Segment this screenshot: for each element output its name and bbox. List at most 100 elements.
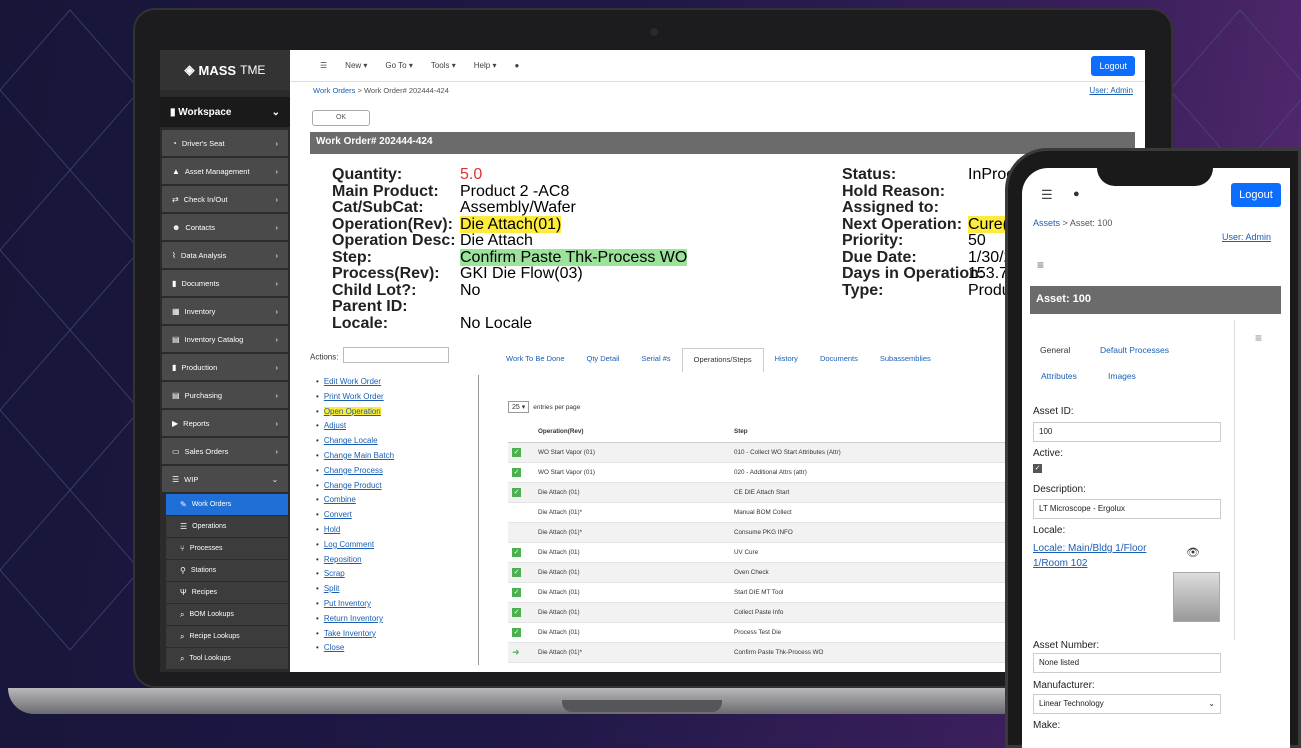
sidebar-item-data-analysis[interactable]: ⌇ Data Analysis › bbox=[162, 242, 288, 268]
action-put-inventory[interactable]: Put Inventory bbox=[316, 599, 394, 614]
sidebar-item-sales-orders[interactable]: ▭ Sales Orders › bbox=[162, 438, 288, 464]
action-close[interactable]: Close bbox=[316, 643, 394, 658]
sidebar-subitem-stations[interactable]: ⚲ Stations bbox=[166, 560, 288, 581]
action-scrap[interactable]: Scrap bbox=[316, 569, 394, 584]
sidebar-item-reports[interactable]: ▶ Reports › bbox=[162, 410, 288, 436]
phone-user-link[interactable]: User: Admin bbox=[1222, 232, 1271, 242]
wrench-icon: ✎ bbox=[180, 500, 187, 509]
pin-icon: ⚲ bbox=[180, 566, 186, 575]
action-return-inventory[interactable]: Return Inventory bbox=[316, 614, 394, 629]
action-log-comment[interactable]: Log Comment bbox=[316, 540, 394, 555]
action-combine[interactable]: Combine bbox=[316, 495, 394, 510]
action-adjust[interactable]: Adjust bbox=[316, 421, 394, 436]
sidebar-item-purchasing[interactable]: ▤ Purchasing › bbox=[162, 382, 288, 408]
sidebar-subitem-recipe-lookups[interactable]: ⌕ Recipe Lookups bbox=[166, 626, 288, 647]
sidebar-item-production[interactable]: ▮ Production › bbox=[162, 354, 288, 380]
phone-breadcrumb-root[interactable]: Assets bbox=[1033, 218, 1060, 228]
action-split[interactable]: Split bbox=[316, 584, 394, 599]
action-convert[interactable]: Convert bbox=[316, 510, 394, 525]
action-change-main-batch[interactable]: Change Main Batch bbox=[316, 451, 394, 466]
action-reposition[interactable]: Reposition bbox=[316, 555, 394, 570]
field-value: Product 2 -AC8 bbox=[460, 182, 570, 200]
logout-button[interactable]: Logout bbox=[1091, 56, 1135, 76]
sidebar-item-check-in-out[interactable]: ⇄ Check In/Out › bbox=[162, 186, 288, 212]
sidebar: ◈ MASS TME ▮ Workspace ⌄ ◔ Driver's Seat ›… bbox=[160, 50, 290, 672]
workspace-header[interactable]: ▮ Workspace ⌄ bbox=[160, 97, 290, 127]
logo[interactable]: ◈ MASS TME bbox=[160, 50, 290, 90]
sidebar-subitem-processes[interactable]: ⑂ Processes bbox=[166, 538, 288, 559]
action-change-product[interactable]: Change Product bbox=[316, 481, 394, 496]
phone-help-icon[interactable]: ● bbox=[1073, 188, 1080, 200]
tab-subassemblies[interactable]: Subassemblies bbox=[869, 348, 942, 372]
sidebar-subitem-work-orders[interactable]: ✎ Work Orders bbox=[166, 494, 288, 515]
asset-image-thumbnail[interactable] bbox=[1173, 572, 1220, 622]
work-order-title: Work Order# 202444-424 bbox=[316, 136, 433, 147]
phone-list-icon[interactable]: ≡ bbox=[1037, 258, 1044, 272]
manufacturer-select[interactable]: Linear Technology ⌄ bbox=[1033, 694, 1221, 714]
tab-qty-detail[interactable]: Qty Detail bbox=[576, 348, 631, 372]
action-change-locale[interactable]: Change Locale bbox=[316, 436, 394, 451]
phone-tab-images[interactable]: Images bbox=[1108, 371, 1136, 381]
tab-work-to-be-done[interactable]: Work To Be Done bbox=[495, 348, 576, 372]
phone-breadcrumb-sep: > bbox=[1062, 218, 1068, 228]
hamburger-icon[interactable]: ☰ bbox=[320, 61, 327, 70]
menu-tools[interactable]: Tools ▾ bbox=[431, 61, 456, 70]
action-change-process[interactable]: Change Process bbox=[316, 466, 394, 481]
sidebar-item-driver-s-seat[interactable]: ◔ Driver's Seat › bbox=[162, 130, 288, 156]
sidebar-item-content: ⌇ Data Analysis bbox=[172, 251, 226, 260]
status-cell: ✓ bbox=[508, 462, 538, 483]
locale-link-line1[interactable]: Locale: Main/Bldg 1/Floor bbox=[1033, 543, 1146, 554]
tab-operations-steps[interactable]: Operations/Steps bbox=[681, 348, 764, 372]
actions-input[interactable] bbox=[342, 347, 449, 363]
purchasing-icon: ▤ bbox=[172, 390, 180, 400]
action-edit-work-order[interactable]: Edit Work Order bbox=[316, 377, 394, 392]
sidebar-item-wip[interactable]: ☰ WIP ⌄ bbox=[162, 466, 288, 492]
phone-logout-button[interactable]: Logout bbox=[1231, 183, 1281, 207]
breadcrumb-root[interactable]: Work Orders bbox=[313, 86, 355, 95]
asset-id-field[interactable]: 100 bbox=[1033, 422, 1221, 442]
action-open-operation[interactable]: Open Operation bbox=[316, 406, 394, 422]
chevron-down-icon: ⌄ bbox=[271, 474, 278, 484]
operation-cell: Die Attach (01) bbox=[538, 542, 734, 563]
sidebar-item-inventory-catalog[interactable]: ▤ Inventory Catalog › bbox=[162, 326, 288, 352]
action-take-inventory[interactable]: Take Inventory bbox=[316, 629, 394, 644]
phone-notch bbox=[1097, 152, 1213, 186]
sidebar-item-contacts[interactable]: ☻ Contacts › bbox=[162, 214, 288, 240]
asset-number-field[interactable]: None listed bbox=[1033, 653, 1221, 673]
chevron-down-icon: ⌄ bbox=[271, 106, 280, 118]
locale-link-line2[interactable]: 1/Room 102 bbox=[1033, 558, 1087, 569]
sidebar-subitem-bom-lookups[interactable]: ⌕ BOM Lookups bbox=[166, 604, 288, 625]
entries-select[interactable]: 25 ▾ bbox=[508, 401, 530, 413]
description-field[interactable]: LT Microscope - Ergolux bbox=[1033, 499, 1221, 519]
menu-help[interactable]: Help ▾ bbox=[474, 61, 497, 70]
phone-hamburger-icon[interactable]: ☰ bbox=[1041, 187, 1053, 203]
checkmark-icon: ✓ bbox=[512, 587, 521, 597]
document-icon: ▮ bbox=[172, 278, 177, 288]
sidebar-subitem-operations[interactable]: ☰ Operations bbox=[166, 516, 288, 537]
menu-goto[interactable]: Go To ▾ bbox=[385, 61, 412, 70]
help-circle-icon[interactable]: ● bbox=[514, 61, 519, 70]
phone-tab-general[interactable]: General bbox=[1040, 345, 1070, 355]
divider bbox=[478, 375, 479, 665]
phone-tab-attributes[interactable]: Attributes bbox=[1041, 371, 1077, 381]
menu-new[interactable]: New ▾ bbox=[345, 61, 367, 70]
phone-tab-default-processes[interactable]: Default Processes bbox=[1100, 345, 1169, 355]
sidebar-item-label: Documents bbox=[181, 278, 220, 288]
active-checkbox[interactable]: ✓ bbox=[1033, 464, 1042, 473]
action-print-work-order[interactable]: Print Work Order bbox=[316, 392, 394, 407]
phone-panel-menu-icon[interactable]: ≡ bbox=[1255, 331, 1262, 345]
sidebar-subitem-recipes[interactable]: Ψ Recipes bbox=[166, 582, 288, 603]
sidebar-item-inventory[interactable]: ▦ Inventory › bbox=[162, 298, 288, 324]
field-value: Assembly/Wafer bbox=[460, 199, 576, 216]
tab-history[interactable]: History bbox=[764, 348, 809, 372]
sidebar-subitem-tool-lookups[interactable]: ⌕ Tool Lookups bbox=[166, 648, 288, 669]
tab-serial-s[interactable]: Serial #s bbox=[630, 348, 681, 372]
ok-button[interactable]: OK bbox=[312, 110, 370, 126]
binoculars-icon[interactable]: 👁 bbox=[1186, 546, 1200, 559]
sidebar-item-documents[interactable]: ▮ Documents › bbox=[162, 270, 288, 296]
tab-documents[interactable]: Documents bbox=[809, 348, 869, 372]
user-link[interactable]: User: Admin bbox=[1089, 86, 1133, 95]
field-value: No Locale bbox=[460, 314, 533, 332]
sidebar-item-asset-management[interactable]: ▲ Asset Management › bbox=[162, 158, 288, 184]
action-hold[interactable]: Hold bbox=[316, 525, 394, 540]
